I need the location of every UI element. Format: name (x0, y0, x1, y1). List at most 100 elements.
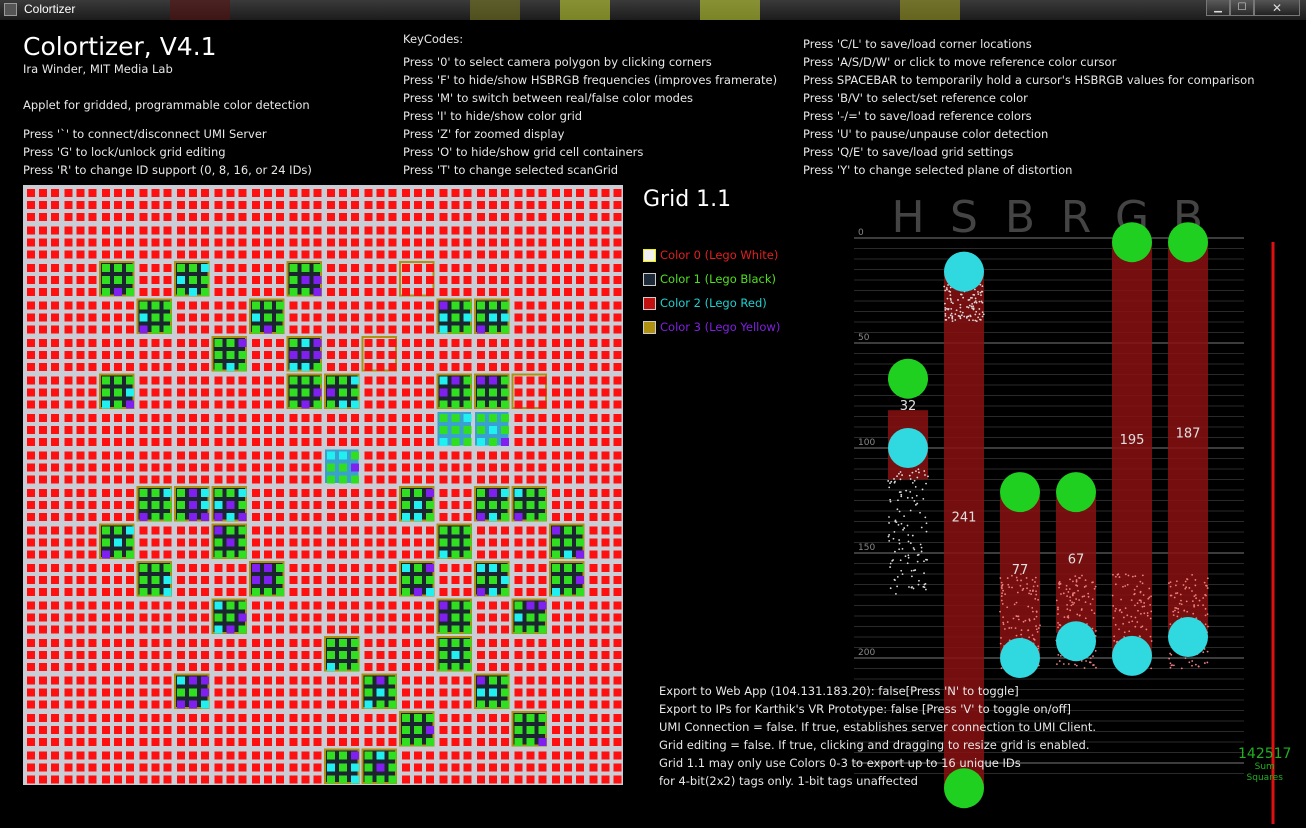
color-sample-red (477, 264, 485, 272)
color-sample-red (252, 339, 260, 347)
sample-point (901, 474, 903, 476)
sample-point (1184, 580, 1187, 583)
scan-grid[interactable] (23, 185, 623, 785)
maximize-button[interactable]: ☐ (1230, 0, 1254, 16)
color-sample-red (76, 376, 85, 385)
color-sample-detected (301, 400, 310, 409)
color-sample-red (388, 513, 397, 521)
color-sample-red (252, 601, 260, 610)
color-sample-detected (351, 451, 359, 460)
close-button[interactable]: ✕ (1254, 0, 1300, 16)
color-sample-red (76, 613, 85, 622)
color-sample-red (27, 475, 35, 484)
sample-point (1114, 575, 1117, 578)
color-sample-red (576, 363, 584, 371)
color-sample-detected (364, 676, 373, 685)
color-sample-red (276, 513, 284, 521)
color-sample-red (177, 526, 185, 535)
color-sample-red (313, 426, 322, 434)
color-sample-red (351, 201, 359, 209)
sample-point (977, 290, 979, 293)
color-sample-red (402, 264, 410, 272)
color-sample-red (538, 388, 547, 397)
color-sample-red (489, 775, 497, 784)
color-sample-red (151, 238, 160, 247)
color-sample-detected (501, 301, 509, 310)
color-sample-red (426, 688, 434, 697)
sample-point (895, 592, 897, 595)
legend-item-color-3[interactable]: Color 3 (Lego Yellow) (643, 315, 780, 339)
color-sample-red (589, 763, 598, 772)
color-sample-red (76, 288, 85, 296)
color-sample-red (601, 325, 610, 334)
color-sample-red (126, 513, 134, 521)
color-sample-red (151, 738, 160, 746)
color-sample-red (252, 714, 260, 722)
color-sample-detected (477, 313, 485, 322)
color-sample-red (477, 763, 485, 772)
sample-point (1080, 608, 1083, 610)
color-sample-red (613, 426, 622, 434)
color-sample-red (226, 763, 235, 772)
color-sample-red (139, 351, 148, 359)
color-sample-red (526, 775, 535, 784)
color-sample-red (226, 276, 235, 284)
color-sample-red (576, 601, 584, 610)
color-sample-red (27, 613, 35, 622)
color-sample-detected (289, 376, 298, 385)
color-sample-red (289, 601, 298, 610)
color-sample-detected (439, 400, 448, 409)
color-sample-red (439, 763, 448, 772)
sample-point (1073, 591, 1076, 594)
sample-point (972, 319, 974, 322)
color-sample-red (613, 676, 622, 685)
color-sample-red (477, 463, 485, 472)
color-sample-detected (114, 264, 122, 272)
color-sample-detected (576, 538, 584, 547)
color-sample-red (388, 726, 397, 734)
color-sample-red (376, 414, 385, 422)
sample-point (907, 554, 910, 557)
sample-point (887, 535, 890, 538)
legend-item-color-1[interactable]: Color 1 (Lego Black) (643, 267, 780, 291)
color-sample-red (613, 414, 622, 422)
sample-point (1112, 616, 1115, 619)
color-sample-detected (301, 376, 310, 385)
sample-point (1083, 595, 1086, 598)
color-sample-red (388, 576, 397, 584)
color-sample-red (589, 438, 598, 446)
color-sample-red (102, 663, 110, 671)
color-sample-red (576, 751, 584, 760)
sample-point (1203, 662, 1206, 664)
color-sample-detected (489, 301, 497, 310)
color-sample-red (301, 751, 310, 760)
sample-point (972, 307, 975, 310)
color-sample-detected (439, 663, 448, 671)
sample-point (1017, 618, 1020, 621)
color-sample-red (589, 313, 598, 322)
sample-point (1139, 580, 1142, 583)
color-sample-red (214, 564, 223, 572)
color-sample-red (364, 489, 373, 497)
color-sample-red (564, 400, 572, 409)
sample-point (966, 315, 968, 318)
color-sample-red (214, 714, 223, 722)
color-sample-red (376, 213, 385, 221)
legend-item-color-0[interactable]: Color 0 (Lego White) (643, 243, 780, 267)
color-sample-detected (376, 688, 385, 697)
color-sample-red (339, 526, 347, 535)
scan-grid-canvas[interactable] (23, 185, 623, 785)
color-sample-red (339, 339, 347, 347)
sample-point (967, 306, 970, 309)
color-sample-detected (102, 264, 110, 272)
color-sample-red (226, 639, 235, 647)
minimize-button[interactable]: ▁ (1206, 0, 1230, 16)
color-sample-red (364, 601, 373, 610)
color-sample-red (276, 400, 284, 409)
legend-item-color-2[interactable]: Color 2 (Lego Red) (643, 291, 780, 315)
color-sample-detected (351, 475, 359, 484)
sample-point (945, 287, 948, 289)
color-sample-red (51, 288, 59, 296)
color-sample-detected (339, 775, 347, 784)
color-sample-red (51, 351, 59, 359)
